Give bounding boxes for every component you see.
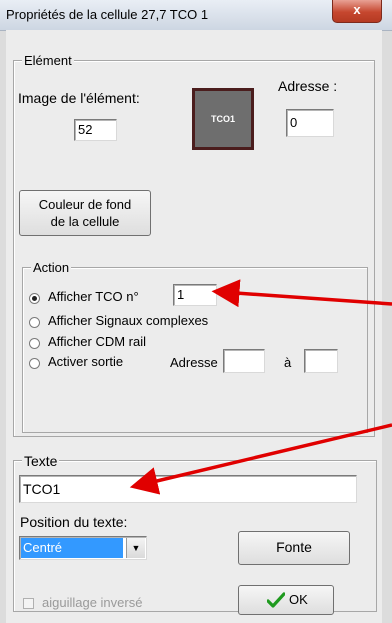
position-selected-value: Centré <box>21 538 123 558</box>
background-color-button[interactable]: Couleur de fond de la cellule <box>19 190 151 236</box>
close-button[interactable]: x <box>332 0 382 23</box>
position-select[interactable]: Centré ▼ <box>19 536 147 560</box>
element-group-legend: Elément <box>22 53 74 68</box>
radio-activer-sortie-label: Activer sortie <box>48 354 124 369</box>
background-color-button-line2: de la cellule <box>50 214 120 229</box>
radio-afficher-signaux[interactable] <box>29 317 40 328</box>
sortie-adresse-from-field[interactable] <box>223 349 265 373</box>
dialog-client-area: Elément Image de l'élément: 52 TCO1 Adre… <box>6 30 382 623</box>
checkmark-icon <box>267 592 285 608</box>
tile-text: TCO1 <box>210 114 235 124</box>
radio-afficher-cdm[interactable] <box>29 338 40 349</box>
radio-activer-sortie[interactable] <box>29 358 40 369</box>
action-group-legend: Action <box>31 260 72 275</box>
chevron-down-icon[interactable]: ▼ <box>126 538 145 558</box>
font-button[interactable]: Fonte <box>238 531 350 565</box>
position-label: Position du texte: <box>20 514 128 530</box>
title-bar[interactable]: Propriétés de la cellule 27,7 TCO 1 x <box>0 0 392 31</box>
inverted-switch-checkbox[interactable] <box>23 598 34 609</box>
address-field[interactable]: 0 <box>286 109 334 137</box>
image-number-field[interactable]: 52 <box>74 119 117 141</box>
sortie-to-label: à <box>284 355 292 370</box>
tco-number-field[interactable]: 1 <box>173 284 217 306</box>
text-group-legend: Texte <box>22 453 60 469</box>
radio-afficher-cdm-label: Afficher CDM rail <box>48 334 147 349</box>
radio-afficher-tco[interactable] <box>29 293 40 304</box>
inverted-switch-label: aiguillage inversé <box>42 595 143 610</box>
element-preview-tile: TCO1 <box>192 88 254 150</box>
sortie-adresse-label: Adresse <box>170 355 218 370</box>
ok-button[interactable]: OK <box>238 585 334 615</box>
ok-button-label: OK <box>289 592 308 607</box>
radio-afficher-tco-label: Afficher TCO n° <box>48 289 139 304</box>
radio-afficher-signaux-label: Afficher Signaux complexes <box>48 313 209 328</box>
sortie-adresse-to-field[interactable] <box>304 349 338 373</box>
background-color-button-line1: Couleur de fond <box>38 197 132 212</box>
image-label: Image de l'élément: <box>18 90 140 106</box>
text-field[interactable]: TCO1 <box>19 475 357 503</box>
address-label: Adresse : <box>278 78 338 94</box>
close-icon: x <box>353 2 361 17</box>
window-title: Propriétés de la cellule 27,7 TCO 1 <box>6 7 209 22</box>
properties-dialog: Propriétés de la cellule 27,7 TCO 1 x El… <box>0 0 392 623</box>
